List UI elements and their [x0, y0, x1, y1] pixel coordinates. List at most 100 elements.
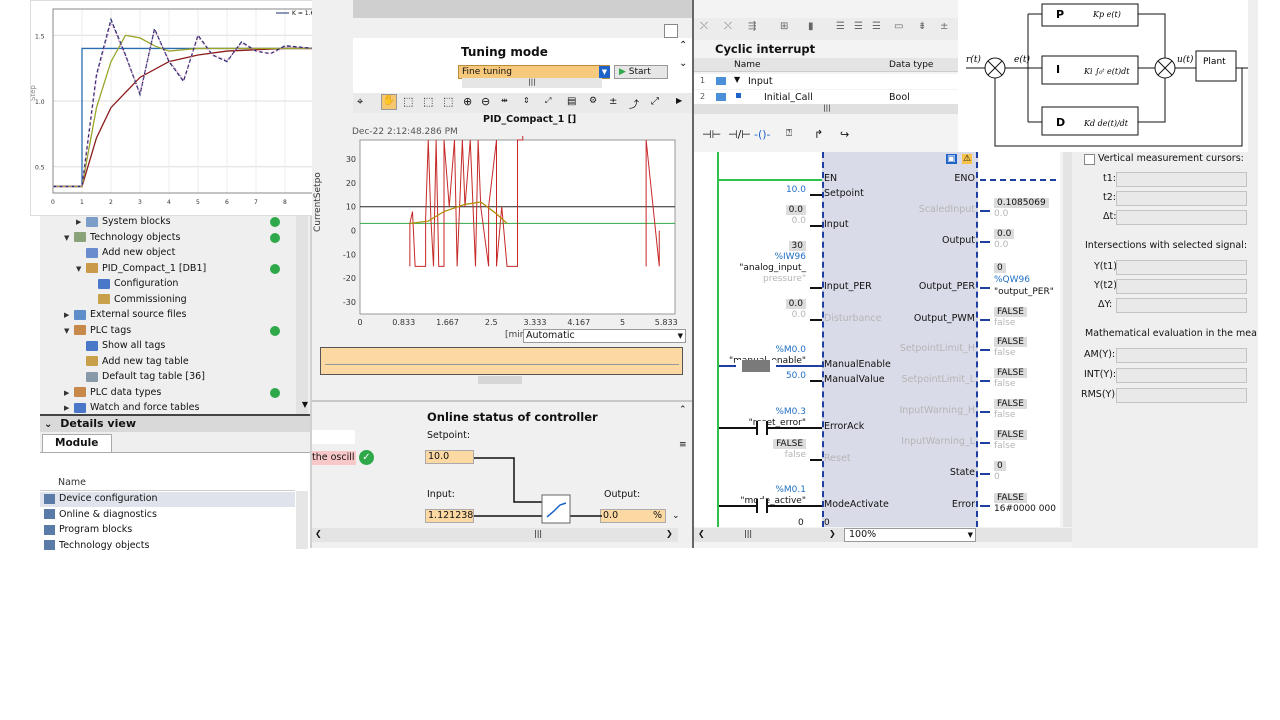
interface-row-input[interactable]: 1 ▼ Input: [694, 74, 960, 89]
tab-module[interactable]: Module: [42, 434, 112, 452]
network-plus-icon[interactable]: ⊞: [780, 21, 788, 32]
int-field[interactable]: [1116, 368, 1247, 383]
scroll-down-icon[interactable]: ▼: [302, 400, 308, 409]
collapse-icon[interactable]: ⌄: [44, 419, 52, 430]
tree-item[interactable]: ▼ PLC tags: [40, 323, 298, 339]
contact-icon[interactable]: [756, 499, 768, 513]
column-name-header[interactable]: Name: [58, 477, 86, 488]
details-row[interactable]: Program blocks: [40, 523, 295, 538]
details-scrollbar[interactable]: [296, 491, 308, 549]
interface-scrollbar[interactable]: |||: [694, 104, 960, 114]
tree-item[interactable]: ▼ Technology objects: [40, 230, 298, 246]
contact-icon[interactable]: [756, 421, 768, 435]
nc-contact-icon[interactable]: ⊣/⊢: [728, 128, 751, 141]
open-branch-icon[interactable]: ↱: [814, 128, 823, 141]
empty-box-icon[interactable]: ⍰: [786, 128, 792, 139]
tree-item[interactable]: ▼ PID_Compact_1 [DB1]: [40, 261, 298, 277]
zoom-100-x-icon[interactable]: ⇹: [501, 96, 508, 105]
zoom-out-icon[interactable]: ⊖: [481, 95, 490, 108]
expand-arrow-icon[interactable]: ▶: [64, 386, 74, 401]
expand-arrow-icon[interactable]: ▼: [64, 231, 74, 246]
zoom-y-icon[interactable]: ⬚: [443, 95, 453, 108]
menu-icon[interactable]: ≡: [679, 440, 687, 450]
splitter-handle[interactable]: [478, 376, 522, 384]
details-row[interactable]: Device configuration: [40, 492, 295, 507]
dy-field[interactable]: [1116, 298, 1247, 313]
trend-mode-select[interactable]: Automatic ▼: [523, 329, 686, 343]
tree-scrollbar[interactable]: [296, 214, 308, 414]
absolute-icon[interactable]: ⇟: [918, 21, 926, 32]
block-icon[interactable]: ▮: [808, 21, 814, 32]
expand-arrow-icon[interactable]: ▼: [64, 324, 74, 339]
zoom-arrow-icon[interactable]: ▼: [968, 529, 973, 541]
tuning-mode-select[interactable]: Fine tuning: [458, 65, 610, 79]
block-info-icon[interactable]: ▣: [946, 154, 957, 164]
zoom-100-icon[interactable]: ⤢: [545, 96, 551, 106]
no-contact-icon[interactable]: ⊣⊢: [702, 128, 721, 141]
output-field[interactable]: 0.0 %: [600, 509, 666, 523]
select-icon[interactable]: ⌖: [357, 95, 363, 109]
chevron-up-icon[interactable]: ⌃: [679, 40, 687, 51]
rms-field[interactable]: [1116, 388, 1247, 403]
t2-field[interactable]: [1116, 191, 1247, 206]
tree-item[interactable]: Add new object: [40, 245, 298, 261]
fullscreen-icon[interactable]: ⤢: [651, 96, 659, 107]
close-branch-icon[interactable]: ↪: [840, 128, 849, 141]
trend-icon[interactable]: ⤴: [629, 96, 639, 111]
coil-icon[interactable]: -()-: [754, 128, 771, 141]
scroll-right-icon[interactable]: ❯: [666, 529, 673, 538]
block-warning-icon[interactable]: ⚠: [962, 154, 973, 164]
comment-icon[interactable]: ▭: [894, 21, 903, 32]
tree-item[interactable]: Add new tag table: [40, 354, 298, 370]
tuning-scrollbar[interactable]: |||: [462, 78, 602, 88]
timeline-bar[interactable]: [320, 347, 683, 375]
vertical-cursor-checkbox[interactable]: [1084, 154, 1095, 165]
details-view-header[interactable]: ⌄ Details view: [40, 414, 310, 432]
yt1-field[interactable]: [1116, 260, 1247, 275]
tree-item[interactable]: ▶ PLC data types: [40, 385, 298, 401]
tree-item[interactable]: Default tag table [36]: [40, 369, 298, 385]
zoom-100-y-icon[interactable]: ⇕: [523, 96, 530, 105]
t1-field[interactable]: [1116, 172, 1247, 187]
scroll-down-small-icon[interactable]: ⌄: [672, 511, 680, 521]
scroll-left-icon[interactable]: ❮: [315, 529, 322, 538]
tree-item[interactable]: ▶ External source files: [40, 307, 298, 323]
details-row[interactable]: Online & diagnostics: [40, 508, 295, 523]
more-tools-icon[interactable]: ±: [940, 21, 948, 32]
delete-network-icon[interactable]: ⤬: [724, 21, 732, 32]
list2-icon[interactable]: ☰: [854, 21, 863, 32]
list3-icon[interactable]: ☰: [872, 21, 881, 32]
zoom-x-icon[interactable]: ⬚: [423, 95, 433, 108]
cursor-icon[interactable]: ±: [609, 96, 617, 107]
dt-field[interactable]: [1116, 210, 1247, 225]
yt2-field[interactable]: [1116, 279, 1247, 294]
collapse-arrow-icon[interactable]: ▶: [76, 215, 86, 230]
hand-icon[interactable]: ✋: [381, 94, 397, 110]
am-field[interactable]: [1116, 348, 1247, 363]
chevron-down-icon[interactable]: ▼: [599, 66, 610, 78]
start-button[interactable]: ▶ Start: [614, 65, 668, 79]
expand-icon[interactable]: ▼: [734, 75, 740, 84]
interface-row-initial-call[interactable]: 2 Initial_Call Bool: [694, 90, 960, 105]
scroll-left-icon[interactable]: ❮: [698, 529, 705, 538]
setpoint-field[interactable]: 10.0: [425, 450, 474, 464]
tree-item[interactable]: Commissioning: [40, 292, 298, 308]
list-icon[interactable]: ☰: [836, 21, 845, 32]
collapse-arrow-icon[interactable]: ▶: [64, 308, 74, 323]
scroll-up-icon[interactable]: ⌃: [679, 405, 687, 415]
chart-icon[interactable]: ▤: [567, 96, 576, 107]
network-icon[interactable]: ⇶: [748, 21, 756, 32]
tree-item[interactable]: Configuration: [40, 276, 298, 292]
details-row[interactable]: Technology objects: [40, 539, 295, 554]
chevron-down-small-icon[interactable]: ⌄: [679, 58, 687, 69]
settings-icon[interactable]: ⚙: [589, 96, 597, 106]
insert-network-icon[interactable]: ⤬: [700, 21, 708, 32]
zoom-area-icon[interactable]: ⬚: [403, 95, 413, 108]
scroll-right-icon[interactable]: ❯: [829, 529, 836, 538]
bottom-scrollbar[interactable]: ❮ ||| ❯: [312, 528, 678, 542]
col-name[interactable]: Name: [734, 60, 761, 70]
more-icon[interactable]: ▶: [676, 96, 682, 105]
panel-icon[interactable]: [664, 24, 678, 38]
select-arrow-icon[interactable]: ▼: [678, 330, 683, 342]
input-field[interactable]: 1.1212388: [425, 509, 474, 523]
